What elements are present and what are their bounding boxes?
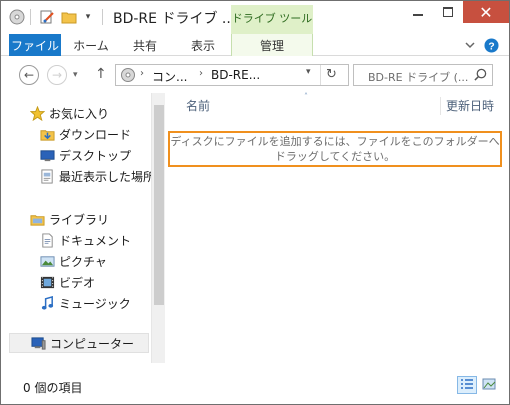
toolbar-divider [30,9,31,25]
desktop-icon [39,147,55,163]
recent-places-icon [39,168,55,184]
tab-view[interactable]: 表示 [177,34,229,56]
svg-text:?: ? [488,41,494,52]
pictures-icon [39,253,55,269]
forward-button[interactable]: → [47,65,67,85]
breadcrumb-bd-re[interactable]: BD-RE... [211,68,260,82]
nav-favorites-label: お気に入り [49,106,110,121]
nav-item-label: ダウンロード [59,127,132,142]
libraries-icon [29,211,45,227]
title-bar: ▾ BD-RE ドライブ ... ドライブ ツール ✕ [1,1,509,34]
window-title: BD-RE ドライブ ... [113,11,236,27]
drive-icon[interactable] [7,7,27,27]
breadcrumb-computer[interactable]: コン... [152,68,187,85]
close-icon: ✕ [479,2,493,22]
nav-item-label: ビデオ [59,275,96,290]
search-placeholder: BD-RE ドライブ (... [368,71,469,84]
nav-item-recent-places[interactable]: 最近表示した場所 [39,166,155,186]
search-input[interactable]: BD-RE ドライブ (... [353,64,493,86]
nav-item-videos[interactable]: ビデオ [39,272,95,292]
scrollbar-thumb[interactable] [154,105,164,305]
address-dropdown-icon[interactable]: ▾ [306,67,311,77]
explorer-window: ▾ BD-RE ドライブ ... ドライブ ツール ✕ ファイル ホーム 共有 … [0,0,510,405]
nav-item-documents[interactable]: ドキュメント [39,230,131,250]
nav-item-downloads[interactable]: ダウンロード [39,124,131,144]
navigation-pane: お気に入り ダウンロード デスクトップ 最近表示した場所 ライブラリ ドキュメン… [1,93,155,363]
new-folder-icon[interactable] [59,7,79,27]
address-bar-row: ← → ▾ ↑ › コン... › BD-RE... ▾ ↻ BD-RE ドライ… [1,56,509,93]
nav-favorites[interactable]: お気に入り [29,103,109,123]
address-divider [320,65,321,85]
back-button[interactable]: ← [19,65,39,85]
item-count: 0 個の項目 [23,381,83,395]
nav-item-label: ミュージック [59,296,131,311]
nav-item-music[interactable]: ミュージック [39,293,131,313]
up-arrow-icon[interactable]: ↑ [95,66,107,82]
ribbon-tab-bar: ファイル ホーム 共有 表示 管理 ? [1,34,509,56]
breadcrumb-chevron-icon[interactable]: › [199,68,203,79]
help-icon[interactable]: ? [483,37,499,53]
breadcrumb-chevron-icon[interactable]: › [140,68,144,79]
sort-ascending-icon: ˄ [304,92,308,101]
column-header-name[interactable]: 名前 [186,97,210,114]
documents-icon [39,232,55,248]
downloads-folder-icon [39,126,55,142]
navigation-scrollbar[interactable] [151,93,165,363]
details-view-button[interactable] [457,376,477,394]
properties-icon[interactable] [37,7,57,27]
close-button[interactable]: ✕ [463,1,509,23]
address-field[interactable]: › コン... › BD-RE... ▾ ↻ [115,64,349,86]
toolbar-divider [102,9,103,25]
large-icons-view-button[interactable] [479,376,499,394]
nav-item-label: ドキュメント [59,233,132,248]
tab-manage[interactable]: 管理 [231,34,313,56]
nav-item-label: 最近表示した場所 [59,169,156,184]
nav-item-label: ピクチャ [59,254,107,269]
drive-icon [120,67,136,86]
quick-access-dropdown-icon[interactable]: ▾ [81,7,95,27]
column-header-modified[interactable]: 更新日時 [446,97,494,114]
status-bar: 0 個の項目 [1,373,509,404]
videos-icon [39,274,55,290]
recent-locations-icon[interactable]: ▾ [73,70,78,80]
nav-item-label: デスクトップ [59,148,132,163]
tab-home[interactable]: ホーム [65,34,117,56]
search-icon[interactable] [474,68,487,84]
maximize-button[interactable] [433,1,463,23]
tab-share[interactable]: 共有 [123,34,167,56]
nav-computer[interactable]: コンピューター [9,333,149,353]
nav-libraries-label: ライブラリ [49,212,110,227]
nav-libraries[interactable]: ライブラリ [29,209,109,229]
large-icons-view-icon [482,378,496,393]
drive-tools-tab-group: ドライブ ツール [231,5,313,34]
nav-computer-label: コンピューター [50,336,135,351]
music-note-icon [39,295,55,311]
column-separator[interactable] [440,97,441,115]
nav-item-pictures[interactable]: ピクチャ [39,251,107,271]
star-icon [29,105,45,121]
nav-item-desktop[interactable]: デスクトップ [39,145,131,165]
minimize-button[interactable] [403,1,433,23]
refresh-icon[interactable]: ↻ [326,67,337,82]
empty-folder-message: ディスクにファイルを追加するには、ファイルをこのフォルダーへドラッグしてください… [168,131,502,167]
computer-icon [30,335,46,351]
details-view-icon [460,378,474,393]
file-list-pane: ˄ 名前 更新日時 ディスクにファイルを追加するには、ファイルをこのフォルダーへ… [166,92,509,363]
ribbon-expand-icon[interactable] [463,37,477,53]
back-arrow-icon: ← [23,68,35,82]
forward-arrow-icon: → [51,68,63,82]
tab-file[interactable]: ファイル [9,34,61,56]
